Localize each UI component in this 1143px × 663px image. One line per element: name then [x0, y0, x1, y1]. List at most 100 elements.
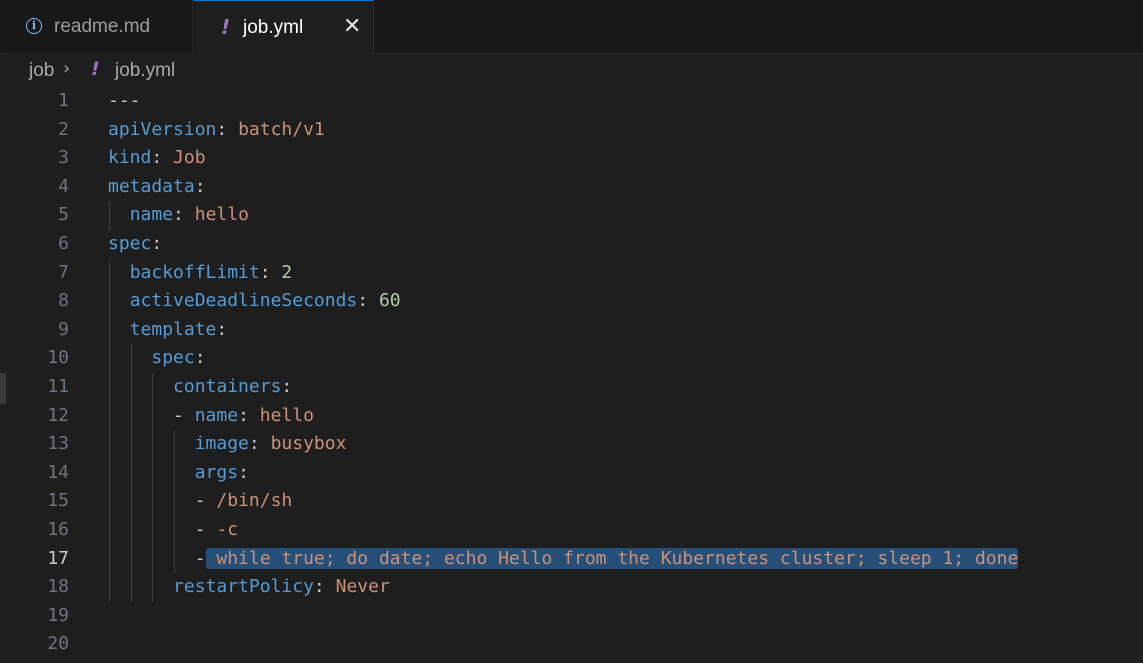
code-text: - /bin/sh [108, 487, 293, 516]
code-token: busybox [270, 433, 347, 455]
code-token: Never [335, 576, 390, 598]
code-line[interactable]: 9 template: [0, 316, 1143, 345]
code-line[interactable]: 1 --- [0, 87, 1143, 116]
code-token: : [194, 347, 206, 369]
code-text: args: [108, 459, 249, 488]
indent-guide [174, 430, 176, 574]
line-number: 16 [47, 519, 69, 540]
code-line[interactable]: 10 spec: [0, 344, 1143, 373]
code-text: --- [108, 87, 141, 116]
code-line[interactable]: 5 name: hello [0, 201, 1143, 230]
code-text: image: busybox [108, 430, 347, 459]
code-token: : [259, 261, 282, 283]
code-line[interactable]: 3 kind: Job [0, 144, 1143, 173]
code-line[interactable]: 13 image: busybox [0, 430, 1143, 459]
code-text: restartPolicy: Never [108, 573, 390, 602]
code-token: args [194, 461, 239, 483]
line-number: 20 [47, 633, 69, 655]
code-token: backoffLimit [129, 261, 260, 283]
code-token: spec [151, 347, 195, 369]
code-token: -c [216, 519, 239, 540]
code-line[interactable]: 8 activeDeadlineSeconds: 60 [0, 287, 1143, 316]
indent-guide [130, 344, 132, 602]
code-token: - [194, 490, 217, 512]
code-token: kind [108, 147, 152, 169]
code-text: - -c [108, 516, 238, 545]
tab-readme[interactable]: i readme.md [10, 0, 193, 54]
code-text: metadata: [108, 173, 206, 202]
code-token: containers [173, 376, 282, 397]
code-editor[interactable]: 1 --- 2 apiVersion: batch/v1 3 kind: Job 4 meta… [0, 87, 1143, 663]
line-number: 1 [58, 90, 69, 111]
tab-label: readme.md [54, 16, 151, 37]
code-text: template: [108, 316, 228, 345]
code-text: backoffLimit: 2 [108, 259, 293, 288]
code-token: : [313, 576, 336, 598]
line-number: 18 [47, 576, 69, 598]
code-line[interactable]: 6 spec: [0, 230, 1143, 259]
yaml-icon: ! [91, 58, 100, 80]
code-token: name [194, 404, 239, 426]
indent-guide [152, 373, 154, 602]
line-number: 11 [47, 376, 69, 397]
code-line[interactable]: 4 metadata: [0, 173, 1143, 202]
tab-label: job.yml [243, 17, 304, 38]
code-line[interactable]: 20 [0, 630, 1143, 659]
code-text: kind: Job [108, 144, 206, 173]
breadcrumb-file[interactable]: job.yml [115, 60, 175, 82]
code-token: : [238, 404, 260, 426]
code-line[interactable]: 11 containers: [0, 373, 1143, 402]
code-line[interactable]: 7 backoffLimit: 2 [0, 259, 1143, 288]
line-number: 14 [47, 461, 69, 483]
code-token: : [248, 433, 271, 455]
code-line[interactable]: 18 restartPolicy: Never [0, 573, 1143, 602]
indent-guide [109, 258, 110, 602]
breadcrumb-folder[interactable]: job [29, 60, 54, 82]
breadcrumb: job › ! job.yml [0, 54, 1143, 87]
code-token: --- [108, 90, 141, 111]
line-number: 6 [58, 233, 69, 254]
code-token: : [151, 233, 163, 254]
code-token: image [194, 433, 249, 455]
code-line[interactable]: 17 - while true; do date; echo Hello fro… [0, 545, 1143, 574]
code-line[interactable]: 12 - name: hello [0, 402, 1143, 431]
code-token: 2 [281, 261, 293, 283]
code-line[interactable]: 14 args: [0, 459, 1143, 488]
chevron-right-icon: › [63, 58, 71, 79]
line-number: 2 [58, 118, 69, 140]
code-line[interactable]: 16 - -c [0, 516, 1143, 545]
code-token: name [129, 204, 174, 226]
code-text: - while true; do date; echo Hello from t… [108, 545, 1019, 574]
code-token: batch/v1 [238, 118, 325, 140]
line-number: 13 [47, 433, 69, 455]
code-token: Job [173, 147, 206, 169]
code-token: restartPolicy [173, 576, 314, 598]
close-icon[interactable]: ✕ [343, 15, 361, 39]
code-token: - [194, 519, 217, 540]
code-line[interactable]: 19 [0, 602, 1143, 631]
code-token: - [173, 404, 195, 426]
tab-bar: i readme.md ! job.yml ✕ [0, 0, 1143, 55]
code-text: spec: [108, 230, 162, 259]
code-line[interactable]: 2 apiVersion: batch/v1 [0, 116, 1143, 145]
code-token: hello [194, 204, 249, 226]
yaml-icon: ! [221, 15, 231, 39]
indent-guide [109, 201, 110, 230]
code-line[interactable]: 15 - /bin/sh [0, 487, 1143, 516]
code-token: : [357, 290, 379, 312]
code-token: : [194, 175, 206, 197]
tab-job-yml[interactable]: ! job.yml ✕ [194, 0, 374, 55]
code-token: : [281, 376, 293, 397]
